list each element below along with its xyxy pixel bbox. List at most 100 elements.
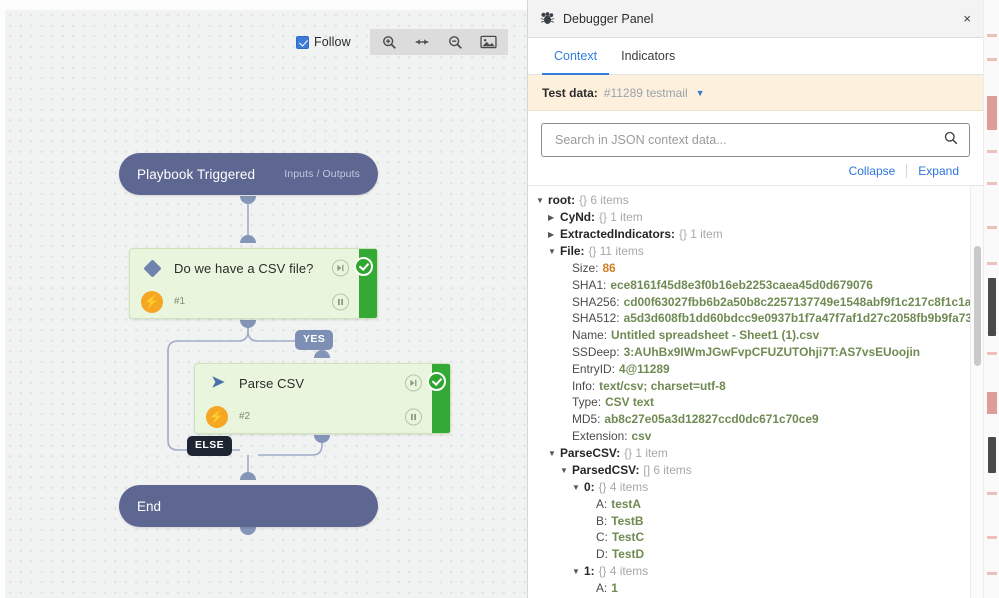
json-tree-row[interactable]: Size:86 bbox=[536, 260, 983, 277]
json-tree[interactable]: root:{} 6 itemsCyNd:{} 1 itemExtractedIn… bbox=[528, 186, 983, 598]
search-input[interactable] bbox=[553, 132, 944, 148]
follow-checkbox[interactable]: Follow bbox=[296, 35, 351, 49]
json-tree-row[interactable]: EntryID:4@11289 bbox=[536, 361, 983, 378]
fit-width-icon[interactable] bbox=[406, 29, 439, 55]
debugger-panel-header: Debugger Panel × bbox=[528, 0, 983, 38]
search-box[interactable] bbox=[541, 123, 970, 157]
node-end-title: End bbox=[137, 499, 161, 514]
node-parse-title: Parse CSV bbox=[239, 376, 304, 391]
json-value: TestC bbox=[612, 529, 644, 546]
expand-button[interactable]: Expand bbox=[907, 164, 970, 178]
tree-toggle-icon[interactable] bbox=[548, 445, 560, 462]
json-tree-row[interactable]: SHA512:a5d3d608fb1dd60bdcc9e0937b1f7a47f… bbox=[536, 310, 983, 327]
json-key: Type: bbox=[572, 394, 601, 411]
json-tree-row[interactable]: ParseCSV:{} 1 item bbox=[536, 445, 983, 462]
json-tree-row[interactable]: SSDeep:3:AUhBx9IWmJGwFvpCFUZUTOhji7T:AS7… bbox=[536, 344, 983, 361]
tab-indicators[interactable]: Indicators bbox=[609, 38, 687, 75]
json-value: text/csv; charset=utf-8 bbox=[599, 378, 726, 395]
chevron-down-icon[interactable]: ▼ bbox=[696, 88, 705, 98]
zoom-out-icon[interactable] bbox=[439, 29, 472, 55]
tree-toggle-icon[interactable] bbox=[572, 563, 584, 580]
json-tree-row[interactable]: ParsedCSV:[] 6 items bbox=[536, 462, 983, 479]
json-key: Name: bbox=[572, 327, 607, 344]
json-tree-row[interactable]: SHA1:ece8161f45d8e3f0b16eb2253caea45d0d6… bbox=[536, 277, 983, 294]
json-value: ece8161f45d8e3f0b16eb2253caea45d0d679076 bbox=[610, 277, 872, 294]
json-key: ParseCSV: bbox=[560, 445, 620, 462]
panel-scrollbar-thumb[interactable] bbox=[974, 246, 981, 366]
window-scrollbar[interactable] bbox=[983, 0, 999, 598]
window-scrollbar-thumb[interactable] bbox=[988, 278, 996, 336]
json-tree-row[interactable]: CyNd:{} 1 item bbox=[536, 209, 983, 226]
json-value: TestD bbox=[612, 546, 644, 563]
json-key: Size: bbox=[572, 260, 598, 277]
json-tree-row[interactable]: Info:text/csv; charset=utf-8 bbox=[536, 378, 983, 395]
json-tree-row[interactable]: 0:{} 4 items bbox=[536, 479, 983, 496]
json-value: 86 bbox=[602, 260, 615, 277]
json-tree-row[interactable]: MD5:ab8c27e05a3d12827ccd0dc671c70ce9 bbox=[536, 411, 983, 428]
node-condition-pause-button[interactable] bbox=[332, 293, 349, 310]
json-tree-row[interactable]: ExtractedIndicators:{} 1 item bbox=[536, 226, 983, 243]
test-data-value[interactable]: #11289 testmail bbox=[604, 86, 688, 100]
json-tree-row[interactable]: C:TestC bbox=[536, 529, 983, 546]
node-condition-csv[interactable]: Do we have a CSV file? ⚡ #1 bbox=[129, 248, 378, 319]
collapse-button[interactable]: Collapse bbox=[838, 164, 907, 178]
node-start-title: Playbook Triggered bbox=[137, 167, 255, 182]
json-item-count: [] 6 items bbox=[643, 462, 691, 479]
collapse-expand-row[interactable]: Collapse Expand bbox=[528, 157, 983, 185]
tree-toggle-icon[interactable] bbox=[560, 462, 572, 479]
export-image-icon[interactable] bbox=[472, 29, 505, 55]
json-item-count: {} 4 items bbox=[599, 563, 649, 580]
panel-scrollbar[interactable] bbox=[970, 186, 983, 598]
json-tree-row[interactable]: Name:Untitled spreadsheet - Sheet1 (1).c… bbox=[536, 327, 983, 344]
json-tree-row[interactable]: A:1 bbox=[536, 580, 983, 597]
debugger-panel: Debugger Panel × Context Indicators Test… bbox=[527, 0, 983, 598]
json-tree-scroll[interactable]: root:{} 6 itemsCyNd:{} 1 itemExtractedIn… bbox=[528, 185, 983, 598]
tree-toggle-icon[interactable] bbox=[548, 243, 560, 260]
json-item-count: {} 6 items bbox=[579, 192, 629, 209]
zoom-controls[interactable] bbox=[370, 29, 508, 55]
json-tree-row[interactable]: B:TestB bbox=[536, 513, 983, 530]
tree-toggle-icon[interactable] bbox=[548, 209, 560, 226]
tree-toggle-icon[interactable] bbox=[548, 226, 560, 243]
node-playbook-triggered[interactable]: Playbook Triggered Inputs / Outputs bbox=[119, 153, 378, 195]
node-parse-skip-button[interactable] bbox=[405, 375, 422, 392]
json-tree-row[interactable]: Type:CSV text bbox=[536, 394, 983, 411]
tab-context[interactable]: Context bbox=[542, 38, 609, 75]
zoom-in-icon[interactable] bbox=[373, 29, 406, 55]
tree-toggle-icon[interactable] bbox=[572, 479, 584, 496]
json-value: TestB bbox=[611, 513, 643, 530]
task-arrow-icon: ➤ bbox=[195, 375, 239, 391]
node-parse-csv[interactable]: ➤ Parse CSV ⚡ #2 bbox=[194, 363, 451, 434]
json-tree-row[interactable]: A:testA bbox=[536, 496, 983, 513]
window-scrollbar-thumb-secondary[interactable] bbox=[988, 437, 996, 473]
node-condition-bolt-icon: ⚡ bbox=[130, 291, 174, 313]
json-key: EntryID: bbox=[572, 361, 615, 378]
json-item-count: {} 1 item bbox=[679, 226, 723, 243]
json-tree-row[interactable]: 1:{} 4 items bbox=[536, 563, 983, 580]
node-end[interactable]: End bbox=[119, 485, 378, 527]
test-data-bar: Test data: #11289 testmail ▼ bbox=[528, 75, 983, 111]
json-tree-row[interactable]: SHA256:cd00f63027fbb6b2a50b8c2257137749e… bbox=[536, 294, 983, 311]
search-icon[interactable] bbox=[944, 131, 958, 150]
tree-toggle-icon[interactable] bbox=[536, 192, 548, 209]
json-key: 0: bbox=[584, 479, 595, 496]
json-item-count: {} 1 item bbox=[599, 209, 643, 226]
json-key: File: bbox=[560, 243, 584, 260]
playbook-canvas[interactable]: Follow Playbook Triggered bbox=[0, 0, 527, 598]
debugger-tabs[interactable]: Context Indicators bbox=[528, 38, 983, 75]
json-key: root: bbox=[548, 192, 575, 209]
node-start-io-label[interactable]: Inputs / Outputs bbox=[284, 168, 360, 180]
canvas-toolbar[interactable]: Follow bbox=[296, 29, 508, 55]
node-parse-pause-button[interactable] bbox=[405, 408, 422, 425]
json-item-count: {} 11 items bbox=[588, 243, 643, 260]
json-key: MD5: bbox=[572, 411, 600, 428]
json-tree-row[interactable]: root:{} 6 items bbox=[536, 192, 983, 209]
json-tree-row[interactable]: File:{} 11 items bbox=[536, 243, 983, 260]
node-condition-skip-button[interactable] bbox=[332, 260, 349, 277]
json-key: D: bbox=[596, 546, 608, 563]
close-icon[interactable]: × bbox=[963, 11, 971, 26]
json-tree-row[interactable]: Extension:csv bbox=[536, 428, 983, 445]
json-key: A: bbox=[596, 496, 607, 513]
json-tree-row[interactable]: D:TestD bbox=[536, 546, 983, 563]
follow-checkbox-box[interactable] bbox=[296, 36, 309, 49]
